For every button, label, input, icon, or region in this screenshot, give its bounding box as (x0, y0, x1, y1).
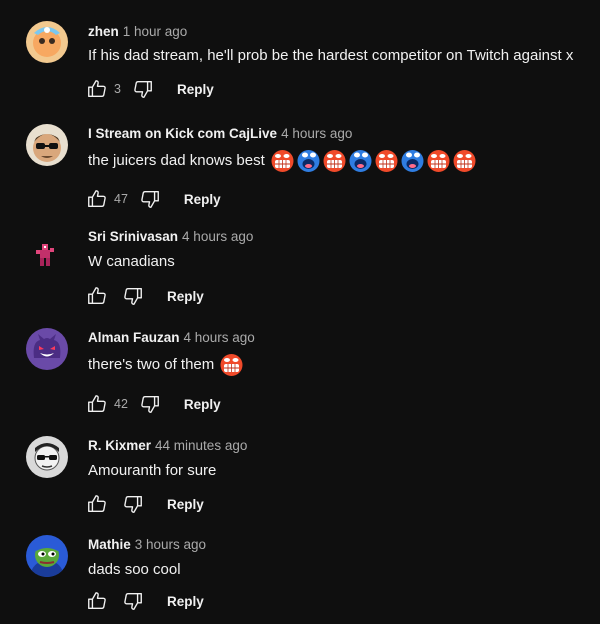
author-name[interactable]: Sri Srinivasan (88, 229, 178, 244)
comment-text: W canadians (88, 253, 175, 270)
thumbs-down-icon (122, 285, 144, 307)
like-button[interactable] (85, 187, 109, 211)
screaming-blue-emote-icon (400, 148, 425, 173)
thumbs-up-icon (86, 393, 108, 415)
comment-text: there's two of them (88, 352, 244, 377)
comment-timestamp[interactable]: 4 hours ago (182, 229, 253, 244)
author-name[interactable]: Alman Fauzan (88, 330, 180, 345)
comment-text: Amouranth for sure (88, 462, 216, 479)
avatar-bw-sunglasses-icon[interactable] (26, 436, 68, 478)
screaming-red-emote-icon (374, 148, 399, 173)
thumbs-down-icon (122, 493, 144, 515)
thumbs-up-icon (86, 188, 108, 210)
dislike-button[interactable] (138, 187, 162, 211)
thumbs-up-icon (86, 285, 108, 307)
emote-group (219, 352, 244, 377)
comment-timestamp[interactable]: 4 hours ago (281, 126, 352, 141)
thumbs-down-icon (139, 393, 161, 415)
reply-button[interactable]: Reply (177, 82, 214, 97)
comment-timestamp[interactable]: 3 hours ago (135, 537, 206, 552)
author-name[interactable]: I Stream on Kick com CajLive (88, 126, 277, 141)
avatar-pixel-character-icon[interactable] (26, 236, 68, 278)
comment-text: the juicers dad knows best (88, 148, 477, 173)
screaming-red-emote-icon (452, 148, 477, 173)
author-name[interactable]: Mathie (88, 537, 131, 552)
comment-text-content: the juicers dad knows best (88, 152, 265, 169)
screaming-blue-emote-icon (296, 148, 321, 173)
avatar-sunglasses-man-icon[interactable] (26, 124, 68, 166)
thumbs-down-icon (139, 188, 161, 210)
reply-button[interactable]: Reply (167, 594, 204, 609)
comment-text-content: Amouranth for sure (88, 462, 217, 479)
reply-button[interactable]: Reply (184, 192, 221, 207)
comment-timestamp[interactable]: 4 hours ago (184, 330, 255, 345)
comment-text-content: there's two of them (88, 356, 215, 373)
like-button[interactable] (85, 392, 109, 416)
like-count: 47 (114, 192, 128, 206)
avatar-pepe-icon[interactable] (26, 535, 68, 577)
dislike-button[interactable] (121, 284, 145, 308)
avatar-gengar-icon[interactable] (26, 328, 68, 370)
reply-button[interactable]: Reply (184, 397, 221, 412)
dislike-button[interactable] (131, 77, 155, 101)
comment-text-content: If his dad stream, he'll prob be the har… (88, 47, 574, 64)
reply-button[interactable]: Reply (167, 289, 204, 304)
dislike-button[interactable] (138, 392, 162, 416)
reply-button[interactable]: Reply (167, 497, 204, 512)
thumbs-up-icon (86, 590, 108, 612)
thumbs-down-icon (132, 78, 154, 100)
screaming-red-emote-icon (270, 148, 295, 173)
like-button[interactable] (85, 77, 109, 101)
dislike-button[interactable] (121, 589, 145, 613)
comment-text-content: dads soo cool (88, 561, 181, 578)
comment-text-content: W canadians (88, 253, 175, 270)
screaming-red-emote-icon (426, 148, 451, 173)
screaming-blue-emote-icon (348, 148, 373, 173)
comment-text: If his dad stream, he'll prob be the har… (88, 47, 573, 64)
thumbs-down-icon (122, 590, 144, 612)
screaming-red-emote-icon (219, 352, 244, 377)
screaming-red-emote-icon (322, 148, 347, 173)
like-button[interactable] (85, 589, 109, 613)
thumbs-up-icon (86, 78, 108, 100)
avatar-cartoon-icon[interactable] (26, 21, 68, 63)
author-name[interactable]: zhen (88, 24, 119, 39)
like-button[interactable] (85, 284, 109, 308)
emote-group (270, 148, 477, 173)
like-count: 3 (114, 82, 121, 96)
author-name[interactable]: R. Kixmer (88, 438, 151, 453)
comment-text: dads soo cool (88, 561, 181, 578)
like-count: 42 (114, 397, 128, 411)
thumbs-up-icon (86, 493, 108, 515)
comment-timestamp[interactable]: 44 minutes ago (155, 438, 247, 453)
comment-timestamp[interactable]: 1 hour ago (123, 24, 188, 39)
like-button[interactable] (85, 492, 109, 516)
dislike-button[interactable] (121, 492, 145, 516)
